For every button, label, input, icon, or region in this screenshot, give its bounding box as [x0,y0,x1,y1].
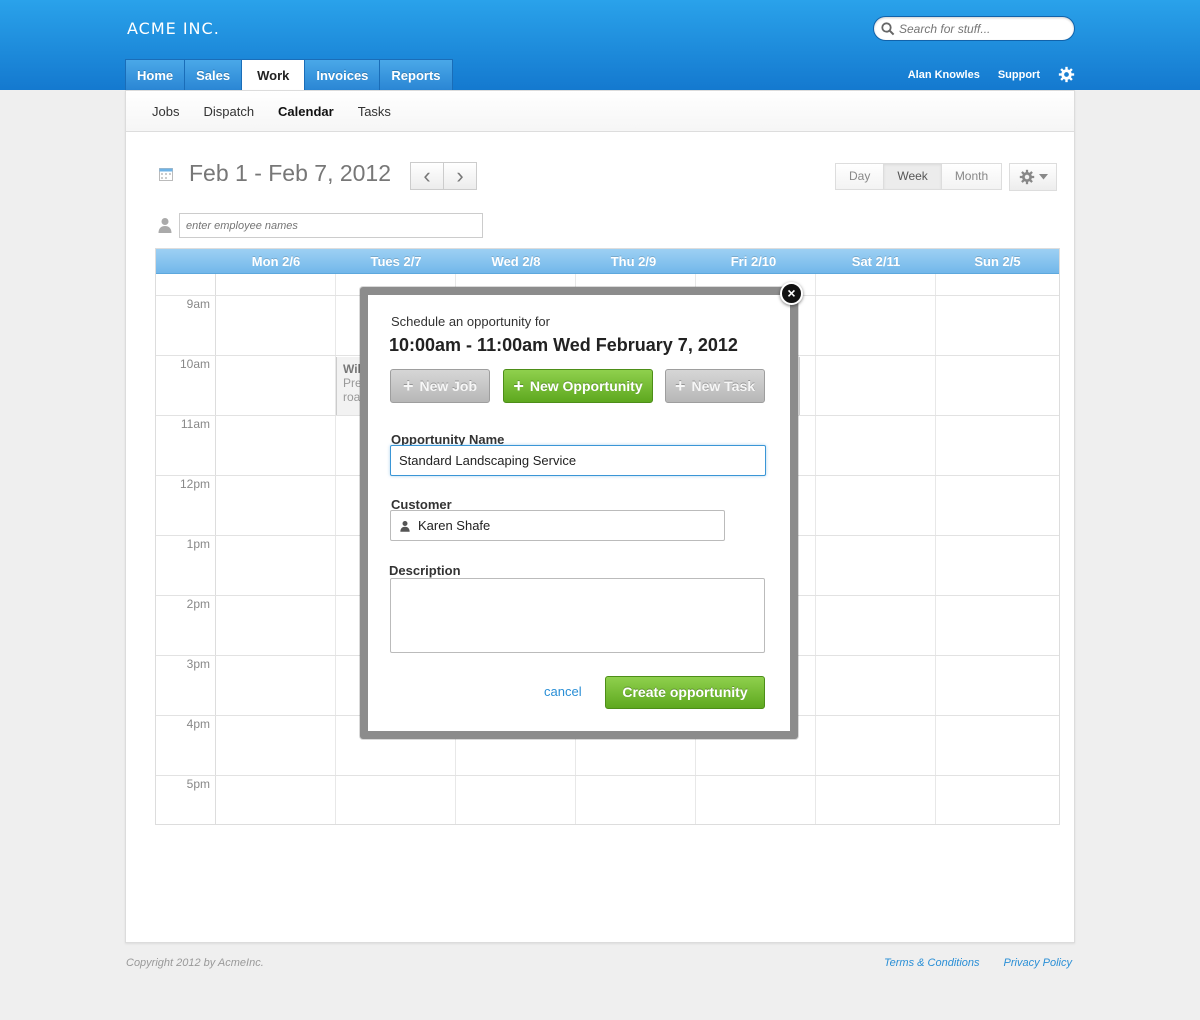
settings-dropdown-button[interactable] [1009,163,1057,191]
create-opportunity-button[interactable]: Create opportunity [605,676,765,709]
plus-icon: + [674,376,686,396]
new-job-label: New Job [419,378,478,394]
person-icon [158,218,172,233]
chevron-right-icon: › [456,163,464,188]
close-icon[interactable]: × [780,282,803,305]
grid-line [815,274,816,824]
hour-label: 1pm [186,537,210,551]
person-icon [400,520,410,532]
cancel-link[interactable]: cancel [544,684,582,699]
hour-label: 12pm [179,477,210,491]
prev-week-button[interactable]: ‹ [410,162,444,190]
hour-label: 4pm [186,717,210,731]
date-range-title: Feb 1 - Feb 7, 2012 [189,160,392,186]
schedule-dialog: Schedule an opportunity for 10:00am - 11… [360,287,798,739]
tab-home[interactable]: Home [125,59,186,90]
subnav-tasks[interactable]: Tasks [358,104,391,119]
date-pager: ‹ › [410,162,477,190]
customer-value: Karen Shafe [418,518,491,533]
plus-icon: + [402,376,414,396]
support-link[interactable]: Support [998,69,1040,81]
tab-reports[interactable]: Reports [379,59,453,90]
top-bar: ACME INC. Home Sales Work Invoices Repor… [0,0,1200,90]
user-name-link[interactable]: Alan Knowles [908,69,980,81]
hour-label: 10am [179,357,210,371]
hour-label: 3pm [186,657,210,671]
brand-logo[interactable]: ACME INC. [127,19,220,38]
day-header: Fri 2/10 [730,254,777,269]
employee-filter-input[interactable] [179,213,483,238]
view-day-button[interactable]: Day [835,163,885,190]
grid-line [156,775,1059,776]
sub-navigation: Jobs Dispatch Calendar Tasks [126,91,1074,132]
subnav-jobs[interactable]: Jobs [152,104,179,119]
new-job-button[interactable]: + New Job [390,369,490,403]
terms-link[interactable]: Terms & Conditions [884,957,980,969]
grid-line [935,274,936,824]
view-month-button[interactable]: Month [940,163,1003,190]
new-opportunity-label: New Opportunity [529,378,643,394]
hour-label: 11am [180,417,210,431]
day-header: Sun 2/5 [974,254,1021,269]
next-week-button[interactable]: › [443,162,477,190]
description-label: Description [389,563,461,578]
day-header: Mon 2/6 [251,254,301,269]
user-links: Alan Knowles Support [908,66,1075,83]
view-week-button[interactable]: Week [883,163,942,190]
day-header: Sat 2/11 [851,254,901,269]
customer-field[interactable]: Karen Shafe [390,510,725,541]
new-task-button[interactable]: + New Task [665,369,765,403]
opportunity-name-input[interactable] [390,445,766,476]
hour-label: 2pm [186,597,210,611]
tab-work[interactable]: Work [241,59,306,90]
copyright-text: Copyright 2012 by AcmeInc. [126,957,264,969]
tab-invoices[interactable]: Invoices [304,59,381,90]
hour-label: 9am [186,297,210,311]
day-header: Wed 2/8 [491,254,541,269]
footer-links: Terms & Conditions Privacy Policy [884,957,1072,969]
search-icon [881,22,895,36]
new-opportunity-button[interactable]: + New Opportunity [503,369,653,403]
day-header: Thu 2/9 [610,254,657,269]
new-task-label: New Task [691,378,756,394]
day-header: Tues 2/7 [370,254,422,269]
dialog-title: 10:00am - 11:00am Wed February 7, 2012 [389,335,738,355]
caret-down-icon [1038,174,1048,180]
calendar-header: Mon 2/6 Tues 2/7 Wed 2/8 Thu 2/9 Fri 2/1… [156,249,1059,274]
main-tabs: Home Sales Work Invoices Reports [125,59,453,90]
calendar-icon[interactable] [159,167,173,181]
dialog-subtitle: Schedule an opportunity for [391,314,550,329]
view-switcher: Day Week Month [835,163,1003,190]
subnav-calendar[interactable]: Calendar [278,104,334,119]
search-input[interactable] [899,20,1069,37]
gear-icon[interactable] [1058,66,1075,83]
tab-sales[interactable]: Sales [184,59,243,90]
privacy-link[interactable]: Privacy Policy [1004,957,1072,969]
subnav-dispatch[interactable]: Dispatch [203,104,254,119]
plus-icon: + [513,376,524,396]
hour-label: 5pm [186,777,210,791]
description-textarea[interactable] [390,578,765,653]
gear-icon [1019,169,1034,185]
chevron-left-icon: ‹ [423,163,431,188]
search-box[interactable] [873,16,1075,41]
